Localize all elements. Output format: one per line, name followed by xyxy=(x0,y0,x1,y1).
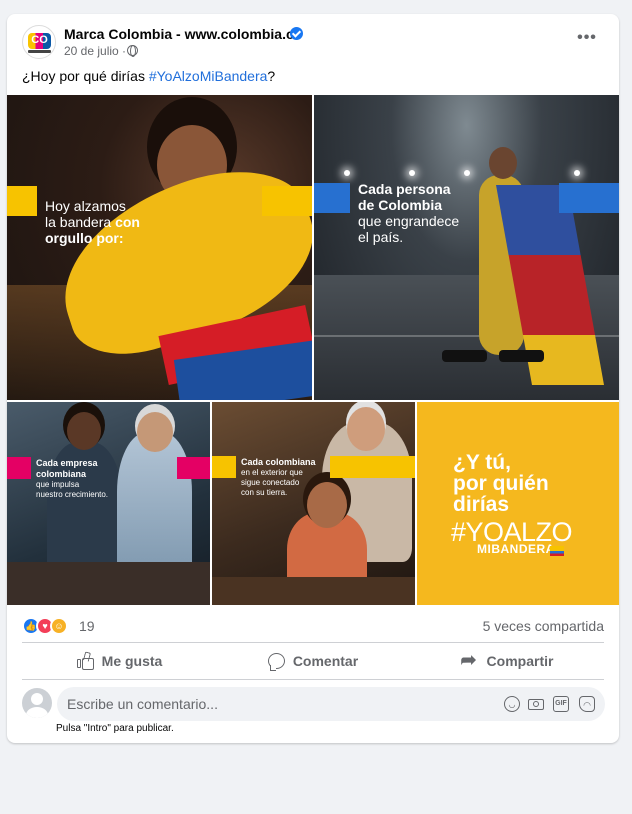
thumbs-up-icon xyxy=(76,652,94,670)
yellow-bar-left xyxy=(7,186,37,216)
post-stats: 👍 ♥ ☺ 19 5 veces compartida xyxy=(7,610,619,640)
verified-badge-icon xyxy=(290,27,303,40)
post-caption: ¿Hoy por qué dirías #YoAlzoMiBandera? xyxy=(22,68,276,84)
gif-icon[interactable]: GIF xyxy=(553,696,569,712)
yellow-bar-right xyxy=(262,186,312,216)
divider-bottom xyxy=(22,679,604,680)
colombia-flag-icon xyxy=(550,546,564,556)
comment-composer: ◡ GIF ◠ xyxy=(7,686,619,722)
tile2-text: Cada persona de Colombia que engrandece … xyxy=(358,181,460,245)
share-count[interactable]: 5 veces compartida xyxy=(483,618,604,634)
post-header: CO Marca Colombia - www.colombia.co 20 d… xyxy=(7,14,619,68)
yellow-bar-tile4-left xyxy=(212,456,236,478)
more-options-icon[interactable]: ••• xyxy=(572,29,602,53)
user-avatar[interactable] xyxy=(22,688,52,718)
comment-button[interactable]: Comentar xyxy=(216,644,410,678)
share-button[interactable]: Compartir xyxy=(410,644,604,678)
logo-subtext xyxy=(28,50,51,53)
tile1-text: Hoy alzamos la bandera con orgullo por: xyxy=(45,198,140,246)
blue-bar-left xyxy=(314,183,350,213)
post-card: CO Marca Colombia - www.colombia.co 20 d… xyxy=(7,14,619,743)
pink-bar-right xyxy=(177,457,210,479)
tile3-text: Cada empresa colombiana que impulsa nues… xyxy=(36,458,109,499)
caption-hashtag-link[interactable]: #YoAlzoMiBandera xyxy=(149,68,268,84)
page-avatar[interactable]: CO xyxy=(22,25,56,59)
page-name[interactable]: Marca Colombia - www.colombia.co xyxy=(64,26,302,42)
photo-woman-with-flag[interactable]: Hoy alzamos la bandera con orgullo por: xyxy=(7,95,312,400)
reaction-count[interactable]: 19 xyxy=(79,618,95,634)
photo-skater-with-flag[interactable]: Cada persona de Colombia que engrandece … xyxy=(314,95,619,400)
camera-icon[interactable] xyxy=(528,696,544,712)
yellow-bar-tile4-right xyxy=(330,456,415,478)
photo-business-team[interactable]: Cada empresa colombiana que impulsa nues… xyxy=(7,402,210,605)
comment-bubble-icon xyxy=(267,653,285,671)
globe-icon xyxy=(127,45,138,57)
photo-campaign-slogan[interactable]: ¿Y tú, por quién dirías #YOALZO MIBANDER… xyxy=(417,402,619,605)
care-reaction-icon[interactable]: ☺ xyxy=(50,617,68,635)
photo-grid: Hoy alzamos la bandera con orgullo por: … xyxy=(7,95,619,605)
post-date[interactable]: 20 de julio · xyxy=(64,44,126,58)
share-arrow-icon xyxy=(461,649,479,672)
tile5-sub: MIBANDERA xyxy=(477,542,555,556)
comment-hint: Pulsa "Intro" para publicar. xyxy=(56,723,174,734)
tile5-question: ¿Y tú, por quién dirías xyxy=(453,451,549,516)
like-button[interactable]: Me gusta xyxy=(22,644,216,678)
marca-colombia-logo: CO xyxy=(28,33,51,49)
comment-input[interactable] xyxy=(57,687,605,721)
sticker-icon[interactable]: ◠ xyxy=(579,696,595,712)
action-bar: Me gusta Comentar Compartir xyxy=(22,644,604,678)
tile4-text: Cada colombiana en el exterior que sigue… xyxy=(241,457,316,497)
blue-bar-right xyxy=(559,183,619,213)
photo-family-dinner[interactable]: Cada colombiana en el exterior que sigue… xyxy=(212,402,415,605)
emoji-icon[interactable]: ◡ xyxy=(504,696,520,712)
divider-top xyxy=(22,642,604,643)
pink-bar-left xyxy=(7,457,31,479)
